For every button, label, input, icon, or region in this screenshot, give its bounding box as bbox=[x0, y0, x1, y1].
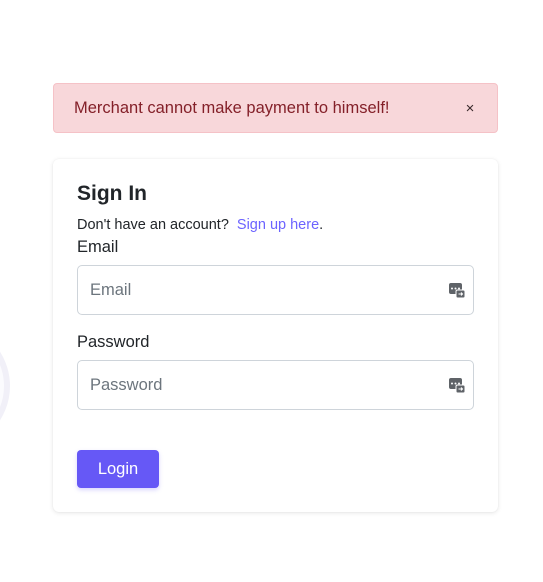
signin-title: Sign In bbox=[77, 182, 147, 205]
close-icon[interactable]: × bbox=[459, 97, 481, 119]
password-field[interactable] bbox=[78, 361, 473, 409]
signup-link[interactable]: Sign up here bbox=[237, 217, 319, 233]
email-label: Email bbox=[77, 238, 119, 256]
no-account-text: Don't have an account? bbox=[77, 217, 229, 233]
login-button[interactable]: Login bbox=[77, 450, 159, 488]
signup-suffix: . bbox=[319, 217, 324, 233]
signin-card: Sign In Don't have an account? Sign up he… bbox=[53, 159, 498, 512]
login-page: Merchant cannot make payment to himself!… bbox=[0, 0, 543, 582]
signup-prompt: Don't have an account? Sign up here. bbox=[77, 217, 323, 233]
password-label: Password bbox=[77, 333, 150, 351]
password-manager-icon[interactable] bbox=[448, 281, 466, 299]
password-manager-icon[interactable] bbox=[448, 376, 466, 394]
password-field-wrapper bbox=[77, 360, 474, 410]
email-field[interactable] bbox=[78, 266, 473, 314]
email-field-wrapper bbox=[77, 265, 474, 315]
decorative-circle bbox=[0, 322, 10, 450]
alert-message: Merchant cannot make payment to himself! bbox=[74, 98, 390, 117]
error-alert: Merchant cannot make payment to himself!… bbox=[53, 83, 498, 133]
